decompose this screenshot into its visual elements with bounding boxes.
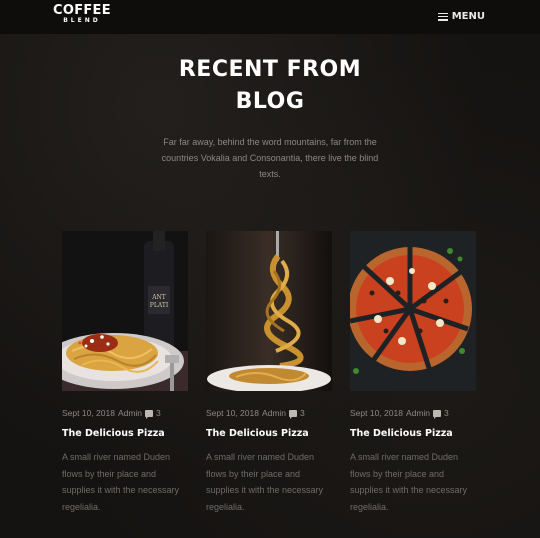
- post-excerpt: A small river named Duden flows by their…: [350, 452, 468, 512]
- hamburger-icon: [437, 12, 448, 21]
- pizza-image[interactable]: [350, 231, 476, 391]
- pasta-fork-image[interactable]: [206, 231, 332, 391]
- post-comments[interactable]: 3: [145, 408, 161, 419]
- post-excerpt: A small river named Duden flows by their…: [62, 452, 180, 512]
- comment-icon: [433, 409, 442, 419]
- section-lead: Far far away, behind the word mountains,…: [161, 137, 379, 179]
- post-author[interactable]: Admin: [406, 408, 430, 418]
- post-excerpt: A small river named Duden flows by their…: [206, 452, 324, 512]
- menu-label: MENU: [451, 11, 485, 22]
- blog-card: Sept 10, 2018 Admin 3 The Delicious Pizz…: [350, 231, 476, 515]
- post-meta: Sept 10, 2018 Admin 3: [206, 408, 332, 419]
- brand-logo[interactable]: COFFEE BLEND: [53, 4, 111, 24]
- post-meta: Sept 10, 2018 Admin 3: [350, 408, 476, 419]
- section-title: RECENT FROM BLOG: [0, 54, 540, 118]
- post-meta: Sept 10, 2018 Admin 3: [62, 408, 188, 419]
- comment-icon: [145, 409, 154, 419]
- brand-main-text: COFFEE: [53, 3, 111, 18]
- post-date[interactable]: Sept 10, 2018: [206, 408, 259, 418]
- section-title-line2: BLOG: [235, 89, 305, 114]
- section-title-line1: RECENT FROM: [178, 57, 362, 82]
- post-date[interactable]: Sept 10, 2018: [350, 408, 403, 418]
- blog-card: Sept 10, 2018 Admin 3 The Delicious Pizz…: [206, 231, 332, 515]
- post-title[interactable]: The Delicious Pizza: [206, 428, 332, 439]
- post-comment-count: 3: [156, 408, 161, 418]
- blog-card: ANT PLATI Sept 10, 2018 Admin 3 The Deli…: [62, 231, 188, 515]
- post-title[interactable]: The Delicious Pizza: [350, 428, 476, 439]
- post-comments[interactable]: 3: [289, 408, 305, 419]
- comment-icon: [289, 409, 298, 419]
- post-comment-count: 3: [444, 408, 449, 418]
- svg-text:PLATI: PLATI: [150, 302, 169, 309]
- navbar: COFFEE BLEND MENU: [0, 0, 540, 34]
- post-title[interactable]: The Delicious Pizza: [62, 428, 188, 439]
- post-comment-count: 3: [300, 408, 305, 418]
- menu-button[interactable]: MENU: [437, 11, 485, 22]
- brand-sub-text: BLEND: [63, 17, 101, 24]
- post-date[interactable]: Sept 10, 2018: [62, 408, 115, 418]
- post-comments[interactable]: 3: [433, 408, 449, 419]
- svg-text:ANT: ANT: [151, 294, 166, 301]
- post-author[interactable]: Admin: [262, 408, 286, 418]
- post-author[interactable]: Admin: [118, 408, 142, 418]
- spaghetti-plate-image[interactable]: ANT PLATI: [62, 231, 188, 391]
